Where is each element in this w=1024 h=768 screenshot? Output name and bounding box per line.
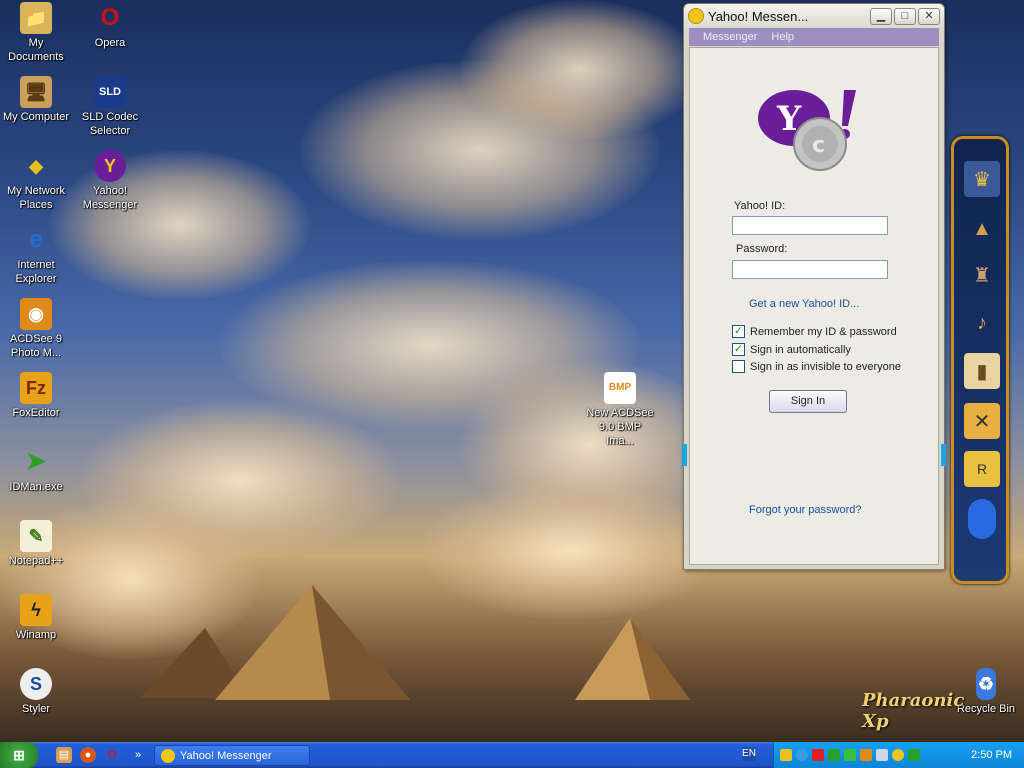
harp-icon[interactable]: ♪ bbox=[964, 305, 1000, 341]
rename-icon[interactable]: R bbox=[964, 451, 1000, 487]
desktop-icon-idman[interactable]: ➤ IDMan.exe bbox=[0, 446, 72, 494]
network-tray-icon[interactable] bbox=[844, 749, 856, 761]
yahoo-id-label: Yahoo! ID: bbox=[734, 200, 786, 212]
password-label: Password: bbox=[736, 243, 788, 255]
desktop-icon-yahoo-messenger[interactable]: Y Yahoo! Messenger bbox=[74, 150, 146, 212]
sld-icon: SLD bbox=[94, 76, 126, 108]
login-panel: Y c Yahoo! ID: Password: Get a new Yahoo… bbox=[689, 47, 939, 565]
checkbox-checked-icon: ✓ bbox=[732, 325, 745, 338]
language-indicator[interactable]: EN bbox=[742, 747, 756, 761]
computer-icon: 🖥 bbox=[20, 76, 52, 108]
desktop-icon-notepadpp[interactable]: ✎ Notepad++ bbox=[0, 520, 72, 568]
yahoo-id-input[interactable] bbox=[732, 216, 888, 235]
window-title: Yahoo! Messen... bbox=[708, 8, 809, 24]
close-button[interactable]: ✕ bbox=[918, 7, 940, 25]
folder-icon: 📁 bbox=[20, 2, 52, 34]
antivirus-icon[interactable] bbox=[812, 749, 824, 761]
yahoo-smiley-icon bbox=[688, 8, 704, 24]
checkbox-unchecked-icon bbox=[732, 360, 745, 373]
menu-messenger[interactable]: Messenger bbox=[703, 31, 757, 43]
yahoo-messenger-window: Yahoo! Messen... ▁ □ ✕ Messenger Help Y … bbox=[682, 3, 946, 570]
menu-help[interactable]: Help bbox=[771, 31, 794, 43]
foxeditor-icon: Fz bbox=[20, 372, 52, 404]
menubar: Messenger Help bbox=[689, 28, 939, 46]
resize-grip-left[interactable] bbox=[682, 444, 687, 466]
clock[interactable]: 2:50 PM bbox=[971, 749, 1012, 761]
styler-icon: S bbox=[20, 668, 52, 700]
sign-in-button[interactable]: Sign In bbox=[769, 390, 847, 413]
minimize-button[interactable]: ▁ bbox=[870, 7, 892, 25]
pharaonic-sidebar: ♛ ▲ ♜ ♪ ▮ ✕ R bbox=[951, 136, 1009, 584]
yahoo-logo: Y c bbox=[758, 90, 856, 171]
window-titlebar[interactable]: Yahoo! Messen... ▁ □ ✕ bbox=[684, 4, 944, 28]
system-tray: 2:50 PM bbox=[773, 742, 1024, 768]
quicklaunch-more-icon[interactable]: » bbox=[130, 747, 146, 763]
opera-icon: O bbox=[100, 4, 120, 31]
update-icon[interactable] bbox=[860, 749, 872, 761]
idm-tray-icon[interactable] bbox=[828, 749, 840, 761]
bmp-file-icon: BMP bbox=[604, 372, 636, 404]
pharaonic-xp-logo: Pharaonic Xp bbox=[862, 690, 965, 732]
quicklaunch-desktop-icon[interactable]: ▤ bbox=[56, 747, 72, 763]
ie-icon: e bbox=[29, 226, 43, 253]
winamp-icon: ϟ bbox=[20, 594, 52, 626]
invisible-checkbox[interactable]: Sign in as invisible to everyone bbox=[732, 360, 901, 373]
taskbar: ⊞ ▤ ● O » Yahoo! Messenger EN 2:50 PM bbox=[0, 742, 1024, 768]
camera-icon: ◉ bbox=[20, 298, 52, 330]
globe-icon[interactable] bbox=[796, 749, 808, 761]
tools-icon[interactable]: ✕ bbox=[964, 403, 1000, 439]
quicklaunch-opera-icon[interactable]: O bbox=[104, 747, 120, 763]
battery-icon[interactable] bbox=[908, 749, 920, 761]
capsule-icon[interactable] bbox=[968, 499, 996, 539]
forgot-password-link[interactable]: Forgot your password? bbox=[749, 504, 862, 516]
maximize-button[interactable]: □ bbox=[894, 7, 916, 25]
windows-logo-icon: ⊞ bbox=[13, 746, 25, 763]
book-icon[interactable]: ▮ bbox=[964, 353, 1000, 389]
password-input[interactable] bbox=[732, 260, 888, 279]
desktop-icon-foxeditor[interactable]: Fz FoxEditor bbox=[0, 372, 72, 420]
volume-icon[interactable] bbox=[876, 749, 888, 761]
start-button[interactable]: ⊞ bbox=[0, 742, 38, 768]
network-icon: ◆ bbox=[29, 156, 43, 176]
pyramids-icon[interactable]: ▲ bbox=[964, 211, 1000, 247]
checkbox-checked-icon: ✓ bbox=[732, 343, 745, 356]
desktop-icon-styler[interactable]: S Styler bbox=[0, 668, 72, 716]
taskbar-yahoo-messenger[interactable]: Yahoo! Messenger bbox=[154, 745, 310, 766]
recycle-bin-icon: ♻ bbox=[976, 668, 996, 700]
resize-grip-right[interactable] bbox=[941, 444, 946, 466]
pharaoh-mask-icon[interactable]: ♛ bbox=[964, 161, 1000, 197]
scribe-statue-icon[interactable]: ♜ bbox=[964, 257, 1000, 293]
desktop-icon-opera[interactable]: O Opera bbox=[74, 2, 146, 50]
yahoo-smiley-icon bbox=[161, 748, 175, 763]
new-id-link[interactable]: Get a new Yahoo! ID... bbox=[749, 298, 859, 310]
desktop-icon-network-places[interactable]: ◆ My Network Places bbox=[0, 150, 72, 212]
desktop-icon-acdsee-bmp[interactable]: BMP New ACDSee 9.0 BMP Ima... bbox=[584, 372, 656, 448]
desktop-icon-sld-codec[interactable]: SLD SLD Codec Selector bbox=[74, 76, 146, 138]
notepad-icon: ✎ bbox=[20, 520, 52, 552]
remember-checkbox[interactable]: ✓ Remember my ID & password bbox=[732, 325, 897, 338]
quicklaunch-firefox-icon[interactable]: ● bbox=[80, 747, 96, 763]
idm-arrow-icon: ➤ bbox=[25, 448, 47, 475]
shield-icon[interactable] bbox=[780, 749, 792, 761]
desktop-icon-my-computer[interactable]: 🖥 My Computer bbox=[0, 76, 72, 124]
svg-text:c: c bbox=[812, 133, 825, 158]
desktop-icon-winamp[interactable]: ϟ Winamp bbox=[0, 594, 72, 642]
desktop-icon-my-documents[interactable]: 📁 My Documents bbox=[0, 2, 72, 64]
desktop-icon-acdsee[interactable]: ◉ ACDSee 9 Photo M... bbox=[0, 298, 72, 360]
messenger-tray-icon[interactable] bbox=[892, 749, 904, 761]
auto-signin-checkbox[interactable]: ✓ Sign in automatically bbox=[732, 343, 851, 356]
yahoo-smiley-icon: Y bbox=[94, 150, 126, 182]
desktop-icon-internet-explorer[interactable]: e Internet Explorer bbox=[0, 224, 72, 286]
